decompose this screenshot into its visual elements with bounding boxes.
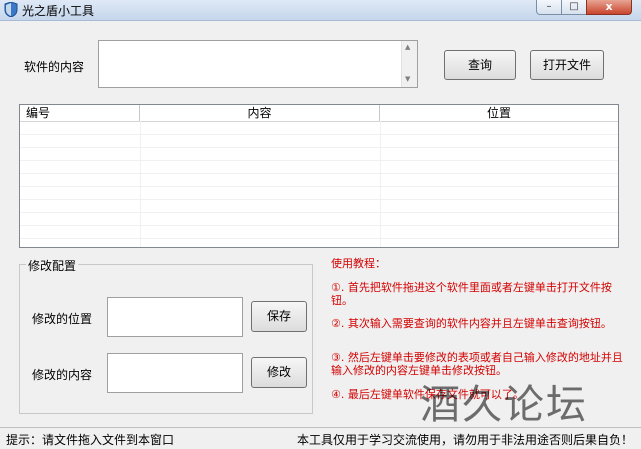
scroll-up-icon[interactable]: ▲	[405, 43, 410, 51]
modify-content-input[interactable]	[107, 353, 243, 393]
list-row	[20, 161, 618, 174]
tutorial-title: 使用教程：	[331, 257, 386, 270]
list-row	[20, 148, 618, 161]
query-button[interactable]: 查询	[444, 50, 516, 80]
list-row	[20, 135, 618, 148]
scroll-down-icon[interactable]: ▼	[405, 75, 410, 83]
window-title: 光之盾小工具	[22, 4, 95, 18]
title-bar[interactable]: 光之盾小工具 – □ x	[0, 0, 641, 21]
status-bar: 提示：请文件拖入文件到本窗口 本工具仅用于学习交流使用，请勿用于非法用途否则后果…	[0, 427, 641, 449]
list-row	[20, 213, 618, 226]
content-scrollbar[interactable]: ▲ ▼	[401, 41, 417, 87]
watermark: 酒久论坛	[420, 382, 588, 428]
close-button[interactable]: x	[586, 0, 632, 15]
maximize-button[interactable]: □	[561, 0, 587, 15]
list-row	[20, 226, 618, 239]
list-header: 编号 内容 位置	[20, 105, 618, 122]
open-file-button[interactable]: 打开文件	[530, 50, 604, 80]
tutorial-step: ②. 其次输入需要查询的软件内容并且左键单击查询按钮。	[331, 317, 612, 330]
column-header-id[interactable]: 编号	[20, 105, 140, 121]
list-row	[20, 122, 618, 135]
modify-button[interactable]: 修改	[251, 357, 307, 388]
column-header-position[interactable]: 位置	[380, 105, 618, 121]
content-label: 软件的内容	[24, 60, 85, 74]
modify-content-label: 修改的内容	[32, 368, 93, 382]
tutorial-step: ①. 首先把软件拖进这个软件里面或者左键单击打开文件按钮。	[331, 281, 612, 307]
list-row	[20, 174, 618, 187]
list-row	[20, 187, 618, 200]
status-disclaimer: 本工具仅用于学习交流使用，请勿用于非法用途否则后果自负！	[296, 433, 633, 447]
main-window: 光之盾小工具 – □ x 软件的内容 ▲ ▼ 查询 打开文件 编号 内容 位置	[0, 0, 641, 449]
status-hint: 提示：请文件拖入文件到本窗口	[6, 433, 175, 447]
minimize-button[interactable]: –	[536, 0, 562, 15]
save-button[interactable]: 保存	[251, 301, 307, 332]
position-label: 修改的位置	[32, 312, 93, 326]
group-title: 修改配置	[26, 257, 79, 274]
column-header-content[interactable]: 内容	[140, 105, 380, 121]
content-input[interactable]: ▲ ▼	[98, 40, 418, 88]
position-input[interactable]	[107, 297, 243, 337]
results-list[interactable]: 编号 内容 位置	[19, 104, 619, 248]
list-row	[20, 200, 618, 213]
shield-icon	[4, 2, 18, 17]
